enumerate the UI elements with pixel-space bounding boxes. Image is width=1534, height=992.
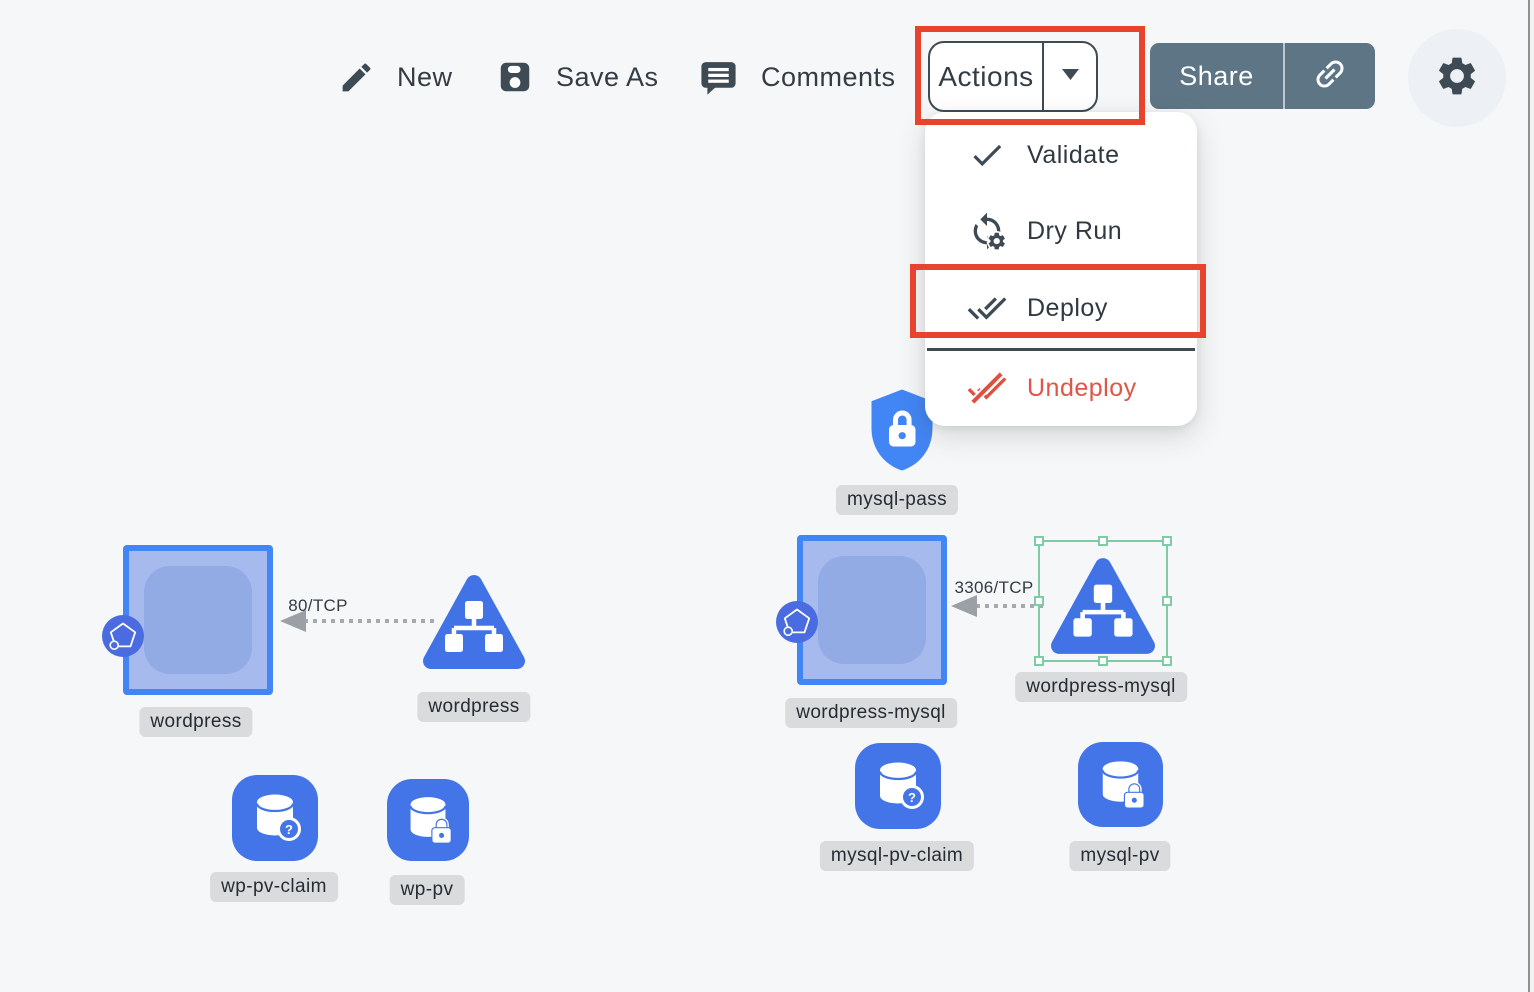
save-as-label: Save As (556, 62, 659, 93)
node-label: wp-pv (390, 875, 465, 905)
menu-item-validate[interactable]: Validate (925, 125, 1197, 185)
double-check-icon (967, 288, 1007, 328)
node-label: mysql-pass (836, 485, 958, 515)
node-label: wordpress-mysql (785, 698, 957, 728)
dry-run-label: Dry Run (1027, 217, 1122, 246)
menu-item-deploy[interactable]: Deploy (925, 278, 1197, 338)
pv-database-lock-icon (1089, 751, 1152, 819)
actions-split-button[interactable]: Actions (928, 41, 1098, 112)
selection-handle-se[interactable] (1162, 656, 1172, 666)
node-wp-pv[interactable] (387, 779, 469, 861)
node-wp-pv-claim[interactable]: ? (232, 775, 318, 861)
chevron-down-icon (1062, 68, 1079, 86)
deployment-inner-pod (144, 566, 252, 674)
edge-label: 80/TCP (288, 596, 347, 616)
undeploy-icon (967, 368, 1007, 408)
pencil-icon (338, 59, 375, 96)
node-label: mysql-pv (1069, 841, 1170, 871)
pv-database-lock-icon (397, 787, 459, 854)
svg-text:?: ? (908, 790, 916, 805)
deploy-label: Deploy (1027, 294, 1108, 323)
share-split-button[interactable]: Share (1150, 43, 1375, 109)
share-link-button[interactable] (1285, 43, 1376, 109)
node-label: mysql-pv-claim (820, 841, 974, 871)
check-icon (967, 135, 1007, 175)
pod-badge-icon (776, 601, 818, 643)
comments-label: Comments (761, 62, 896, 93)
new-label: New (397, 62, 453, 93)
node-label: wordpress (139, 707, 252, 737)
deployment-inner-pod (818, 556, 926, 664)
share-label: Share (1150, 43, 1283, 109)
node-label: wp-pv-claim (210, 872, 338, 902)
selection-handle-n[interactable] (1098, 536, 1108, 546)
validate-label: Validate (1027, 141, 1120, 170)
selection-handle-sw[interactable] (1034, 656, 1044, 666)
comments-button[interactable]: Comments (698, 55, 896, 99)
node-wordpress-deployment[interactable] (123, 545, 273, 695)
node-wordpress-service[interactable] (422, 574, 526, 675)
menu-item-dry-run[interactable]: Dry Run (925, 201, 1197, 261)
settings-button[interactable] (1408, 29, 1506, 127)
selection-handle-nw[interactable] (1034, 536, 1044, 546)
edge-wordpress-dotted-line (304, 619, 434, 623)
gear-icon (1434, 53, 1480, 104)
selection-handle-s[interactable] (1098, 656, 1108, 666)
save-as-button[interactable]: Save As (496, 55, 659, 99)
pvc-database-question-icon: ? (866, 752, 930, 821)
node-mysql-pv[interactable] (1078, 742, 1163, 827)
link-icon (1311, 55, 1349, 98)
pod-badge-icon (102, 615, 144, 657)
node-wordpress-mysql-deployment[interactable] (797, 535, 947, 685)
save-icon (496, 58, 534, 96)
selection-handle-w[interactable] (1034, 596, 1044, 606)
window-edge-strip (1530, 0, 1534, 992)
menu-divider (927, 348, 1195, 351)
selection-handle-ne[interactable] (1162, 536, 1172, 546)
selection-handle-e[interactable] (1162, 596, 1172, 606)
dry-run-icon (967, 211, 1007, 251)
selection-box[interactable] (1038, 540, 1168, 662)
actions-label: Actions (930, 43, 1042, 110)
shield-lock-icon (866, 459, 938, 476)
service-triangle-icon (422, 657, 526, 674)
svg-text:?: ? (285, 822, 293, 837)
comment-icon (698, 57, 739, 98)
edge-label: 3306/TCP (955, 578, 1034, 598)
actions-dropdown-toggle[interactable] (1044, 43, 1096, 110)
designer-canvas: New Save As Comments Actions Share (0, 0, 1534, 992)
node-label: wordpress (417, 692, 530, 722)
actions-dropdown-menu: Validate Dry Run Deploy (925, 112, 1197, 426)
undeploy-label: Undeploy (1027, 374, 1137, 403)
pvc-database-question-icon: ? (243, 784, 307, 853)
node-label: wordpress-mysql (1015, 672, 1187, 702)
node-mysql-pv-claim[interactable]: ? (855, 743, 941, 829)
menu-item-undeploy[interactable]: Undeploy (925, 358, 1197, 418)
new-button[interactable]: New (338, 55, 453, 99)
window-edge-line (1528, 0, 1530, 992)
edge-mysql-arrowhead (951, 595, 977, 617)
